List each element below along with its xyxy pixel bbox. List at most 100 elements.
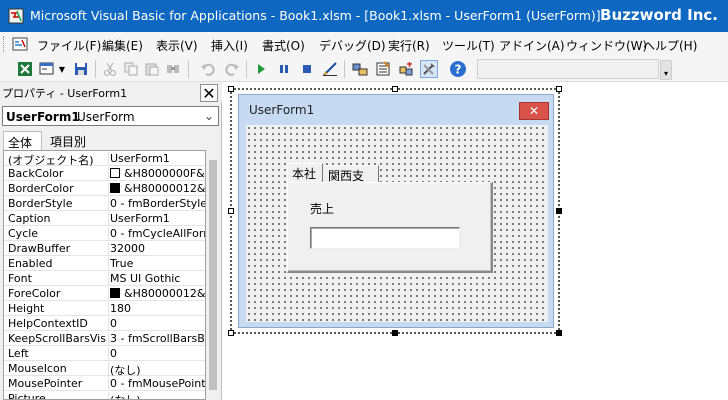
property-row[interactable]: BorderStyle 0 - fmBorderStyleNone [4,196,205,211]
break-icon[interactable] [275,60,293,78]
close-icon[interactable]: ✕ [519,102,549,120]
tab-honsha[interactable]: 本社 [287,163,323,183]
property-name: KeepScrollBarsVisible [8,332,106,345]
menu-insert[interactable]: 挿入(I) [211,37,248,54]
resize-handle[interactable] [556,330,562,336]
tab-categorized[interactable]: 項目別 [46,131,96,150]
menu-format[interactable]: 書式(O) [262,37,305,54]
property-value[interactable]: 180 [108,302,205,315]
toolbar-overflow-icon[interactable]: ▾ [660,60,672,80]
redo-icon[interactable] [223,60,241,78]
userform-client-area[interactable]: 本社 関西支社 売上 [246,125,548,322]
project-explorer-icon[interactable] [351,60,369,78]
property-row[interactable]: Enabled True [4,256,205,271]
sales-textbox[interactable] [310,227,460,249]
property-row[interactable]: ForeColor &H80000012& [4,286,206,301]
property-value[interactable]: 3 - fmScrollBarsBoth [108,332,205,345]
property-row[interactable]: DrawBuffer 32000 [4,241,205,256]
menu-addins[interactable]: アドイン(A) [499,37,565,54]
property-value[interactable]: &H80000012& [108,182,206,195]
property-value-text: &H80000012& [124,182,206,195]
property-value[interactable]: UserForm1 [108,212,205,225]
color-swatch [110,183,120,193]
resize-handle[interactable] [556,208,562,214]
property-value[interactable]: 0 [108,347,205,360]
property-value[interactable]: MS UI Gothic [108,272,205,285]
object-browser-icon[interactable] [397,60,415,78]
property-value[interactable]: 0 [108,317,205,330]
paste-icon[interactable] [143,60,161,78]
property-value[interactable]: 0 - fmCycleAllForms [108,227,205,240]
properties-scrollbar[interactable] [206,150,220,400]
menu-debug[interactable]: デバッグ(D) [319,37,386,54]
property-row[interactable]: BackColor &H8000000F& [4,166,205,181]
property-value[interactable]: 0 - fmBorderStyleNone [108,197,205,210]
property-value[interactable]: &H80000012& [108,287,206,300]
property-value[interactable]: UserForm1 [108,152,205,165]
properties-icon[interactable] [374,60,392,78]
menu-view[interactable]: 表示(V) [156,37,198,54]
cut-icon[interactable] [101,60,119,78]
excel-icon[interactable] [16,60,34,78]
design-mode-icon[interactable] [321,60,339,78]
save-icon[interactable] [72,60,90,78]
property-row[interactable]: (オブジェクト名) UserForm1 [4,151,205,167]
property-row[interactable]: Cycle 0 - fmCycleAllForms [4,226,205,241]
property-value[interactable]: 32000 [108,242,205,255]
property-name: MousePointer [8,377,83,390]
help-icon[interactable]: ? [449,60,467,78]
resize-handle [228,208,234,214]
copy-icon[interactable] [122,60,140,78]
run-icon[interactable] [252,60,270,78]
window-title: Microsoft Visual Basic for Applications … [30,8,601,23]
tab-kansai-branch[interactable]: 関西支社 [324,165,379,200]
menu-grip[interactable] [3,36,6,52]
property-name: ForeColor [8,287,61,300]
property-value-text: &H80000012& [124,287,206,300]
find-icon[interactable] [164,60,182,78]
property-value[interactable]: (なし) [108,392,205,399]
userform-title: UserForm1 [249,103,315,117]
property-value[interactable]: &H8000000F& [108,167,205,180]
userform-window[interactable]: UserForm1 ✕ 本社 関西支社 売上 [238,94,554,328]
object-selector[interactable]: UserForm1 UserForm ⌄ [2,106,219,126]
property-row[interactable]: Font MS UI Gothic [4,271,205,286]
reset-icon[interactable] [298,60,316,78]
resize-handle[interactable] [392,330,398,336]
property-name: Left [8,347,29,360]
toolbox-icon[interactable] [420,60,438,78]
property-row[interactable]: Caption UserForm1 [4,211,205,226]
vbe-menu-icon[interactable] [12,36,28,52]
toolbar-separator [188,60,189,78]
property-row[interactable]: Left 0 [4,346,205,361]
multipage-control[interactable]: 本社 関西支社 売上 [287,163,493,273]
property-row[interactable]: KeepScrollBarsVisible 3 - fmScrollBarsBo… [4,331,205,346]
property-row[interactable]: MousePointer 0 - fmMousePointerDefault [4,376,205,391]
svg-text:?: ? [455,63,462,77]
menu-window[interactable]: ウィンドウ(W) [566,37,647,54]
scrollbar-thumb[interactable] [209,160,217,390]
object-name: UserForm1 [6,110,80,124]
property-row[interactable]: MouseIcon (なし) [4,361,205,378]
close-icon[interactable]: ✕ [200,84,218,103]
color-swatch [110,288,120,298]
menu-tools[interactable]: ツール(T) [442,37,495,54]
insert-dropdown-icon[interactable]: ▼ [57,60,67,78]
property-name: Height [8,302,45,315]
color-swatch [110,168,120,178]
property-row[interactable]: BorderColor &H80000012& [4,181,206,196]
property-row[interactable]: Picture (なし) [4,391,205,399]
menu-help[interactable]: ヘルプ(H) [643,37,697,54]
insert-userform-icon[interactable] [38,60,56,78]
menu-run[interactable]: 実行(R) [388,37,430,54]
undo-icon[interactable] [199,60,217,78]
property-value[interactable]: True [108,257,205,270]
property-row[interactable]: HelpContextID 0 [4,316,205,331]
chevron-down-icon[interactable]: ⌄ [204,109,214,123]
resize-handle [228,330,234,336]
property-row[interactable]: Height 180 [4,301,205,316]
tab-alphabetic[interactable]: 全体 [3,131,42,150]
menu-file[interactable]: ファイル(F) [37,37,101,54]
menu-edit[interactable]: 編集(E) [102,37,143,54]
property-value[interactable]: 0 - fmMousePointerDefault [108,377,205,390]
